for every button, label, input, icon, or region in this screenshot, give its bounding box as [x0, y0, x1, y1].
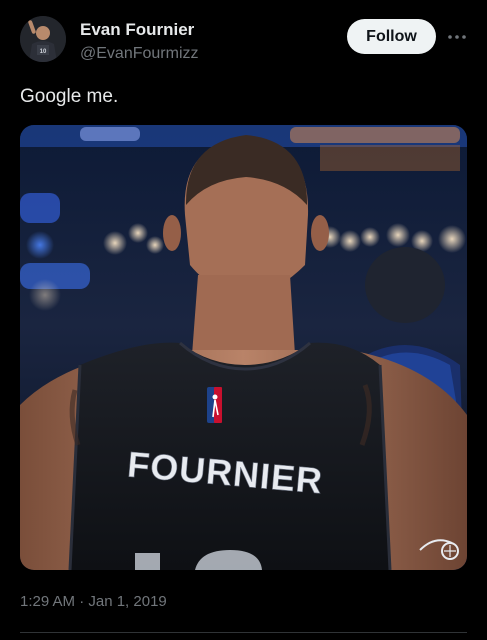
author-handle[interactable]: @EvanFourmizz — [80, 45, 199, 63]
photo-canvas: FOURNIER — [20, 125, 467, 570]
author-name[interactable]: Evan Fournier — [80, 20, 194, 40]
svg-text:10: 10 — [40, 49, 47, 55]
tweet-text: Google me. — [20, 86, 119, 107]
follow-button[interactable]: Follow — [347, 19, 436, 54]
tweet-timestamp[interactable]: 1:29 AM · Jan 1, 2019 — [20, 593, 167, 610]
nba-logo-icon — [207, 387, 222, 423]
more-dots-icon — [448, 35, 466, 39]
more-options-icon[interactable] — [446, 26, 468, 48]
author-avatar[interactable]: 10 — [20, 16, 66, 62]
divider — [20, 632, 467, 633]
tweet-header: 10 Evan Fournier @EvanFourmizz Follow — [20, 16, 467, 68]
tweet-photo[interactable]: FOURNIER — [20, 125, 467, 570]
player-avatar-icon: 10 — [20, 16, 66, 62]
